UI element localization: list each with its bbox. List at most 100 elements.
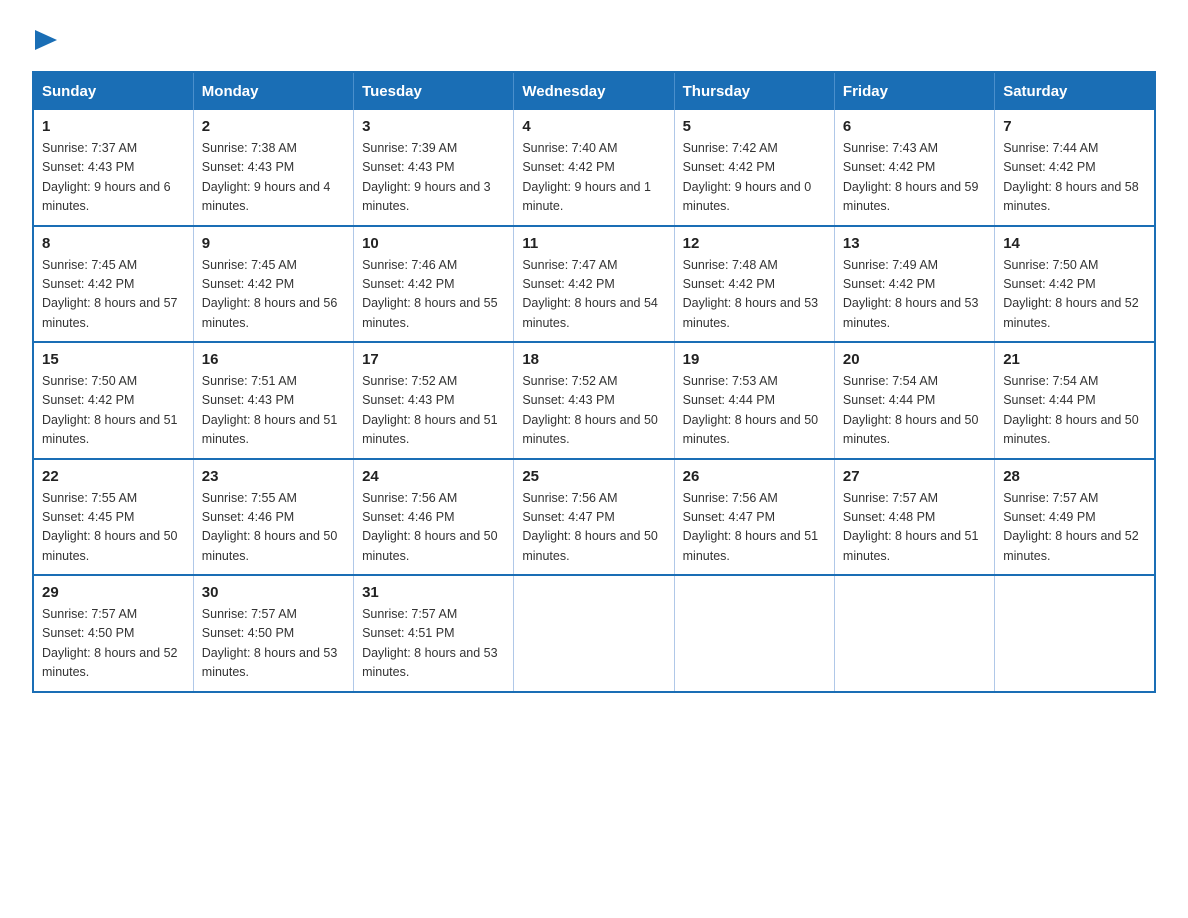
calendar-cell: 12 Sunrise: 7:48 AMSunset: 4:42 PMDayligh… bbox=[674, 226, 834, 343]
day-info: Sunrise: 7:53 AMSunset: 4:44 PMDaylight:… bbox=[683, 372, 826, 450]
calendar-cell: 9Sunrise: 7:45 AMSunset: 4:42 PMDaylight… bbox=[193, 226, 353, 343]
day-number: 23 bbox=[202, 468, 345, 485]
day-number: 12 bbox=[683, 235, 826, 252]
weekday-header-wednesday: Wednesday bbox=[514, 72, 674, 110]
day-info: Sunrise: 7:55 AMSunset: 4:46 PMDaylight:… bbox=[202, 489, 345, 567]
calendar-cell: 17Sunrise: 7:52 AMSunset: 4:43 PMDayligh… bbox=[354, 342, 514, 459]
calendar-cell: 16 Sunrise: 7:51 AMSunset: 4:43 PMDayligh… bbox=[193, 342, 353, 459]
calendar-week-row: 8 Sunrise: 7:45 AMSunset: 4:42 PMDaylight… bbox=[33, 226, 1155, 343]
day-number: 25 bbox=[522, 468, 665, 485]
calendar-cell: 22Sunrise: 7:55 AMSunset: 4:45 PMDayligh… bbox=[33, 459, 193, 576]
calendar-cell: 7 Sunrise: 7:44 AMSunset: 4:42 PMDaylight… bbox=[995, 110, 1155, 226]
day-info: Sunrise: 7:49 AMSunset: 4:42 PMDaylight:… bbox=[843, 256, 986, 334]
day-info: Sunrise: 7:51 AMSunset: 4:43 PMDaylight:… bbox=[202, 372, 345, 450]
calendar-week-row: 1 Sunrise: 7:37 AMSunset: 4:43 PMDaylight… bbox=[33, 110, 1155, 226]
weekday-header-friday: Friday bbox=[834, 72, 994, 110]
day-info: Sunrise: 7:47 AMSunset: 4:42 PMDaylight:… bbox=[522, 256, 665, 334]
day-info: Sunrise: 7:57 AMSunset: 4:50 PMDaylight:… bbox=[42, 605, 185, 683]
weekday-header-row: SundayMondayTuesdayWednesdayThursdayFrid… bbox=[33, 72, 1155, 110]
day-number: 26 bbox=[683, 468, 826, 485]
calendar-cell: 21 Sunrise: 7:54 AMSunset: 4:44 PMDayligh… bbox=[995, 342, 1155, 459]
logo bbox=[32, 24, 57, 51]
day-number: 15 bbox=[42, 351, 185, 368]
calendar-cell: 13 Sunrise: 7:49 AMSunset: 4:42 PMDayligh… bbox=[834, 226, 994, 343]
day-info: Sunrise: 7:57 AMSunset: 4:49 PMDaylight:… bbox=[1003, 489, 1146, 567]
weekday-header-thursday: Thursday bbox=[674, 72, 834, 110]
day-info: Sunrise: 7:54 AMSunset: 4:44 PMDaylight:… bbox=[1003, 372, 1146, 450]
day-number: 8 bbox=[42, 235, 185, 252]
calendar-cell: 23 Sunrise: 7:55 AMSunset: 4:46 PMDayligh… bbox=[193, 459, 353, 576]
day-number: 11 bbox=[522, 235, 665, 252]
day-info: Sunrise: 7:42 AMSunset: 4:42 PMDaylight:… bbox=[683, 139, 826, 217]
calendar-cell bbox=[514, 575, 674, 692]
weekday-header-sunday: Sunday bbox=[33, 72, 193, 110]
calendar-week-row: 22Sunrise: 7:55 AMSunset: 4:45 PMDayligh… bbox=[33, 459, 1155, 576]
calendar-cell: 31Sunrise: 7:57 AMSunset: 4:51 PMDayligh… bbox=[354, 575, 514, 692]
day-number: 7 bbox=[1003, 118, 1146, 135]
weekday-header-monday: Monday bbox=[193, 72, 353, 110]
day-number: 6 bbox=[843, 118, 986, 135]
calendar-cell: 15 Sunrise: 7:50 AMSunset: 4:42 PMDayligh… bbox=[33, 342, 193, 459]
day-number: 28 bbox=[1003, 468, 1146, 485]
calendar-cell: 25 Sunrise: 7:56 AMSunset: 4:47 PMDayligh… bbox=[514, 459, 674, 576]
day-info: Sunrise: 7:52 AMSunset: 4:43 PMDaylight:… bbox=[362, 372, 505, 450]
calendar-cell: 19 Sunrise: 7:53 AMSunset: 4:44 PMDayligh… bbox=[674, 342, 834, 459]
day-info: Sunrise: 7:56 AMSunset: 4:46 PMDaylight:… bbox=[362, 489, 505, 567]
day-number: 3 bbox=[362, 118, 505, 135]
calendar-cell: 8 Sunrise: 7:45 AMSunset: 4:42 PMDaylight… bbox=[33, 226, 193, 343]
day-number: 2 bbox=[202, 118, 345, 135]
page-header bbox=[32, 24, 1156, 51]
calendar-cell: 1 Sunrise: 7:37 AMSunset: 4:43 PMDaylight… bbox=[33, 110, 193, 226]
day-info: Sunrise: 7:45 AMSunset: 4:42 PMDaylight:… bbox=[202, 256, 345, 334]
day-number: 30 bbox=[202, 584, 345, 601]
day-info: Sunrise: 7:44 AMSunset: 4:42 PMDaylight:… bbox=[1003, 139, 1146, 217]
calendar-week-row: 15 Sunrise: 7:50 AMSunset: 4:42 PMDayligh… bbox=[33, 342, 1155, 459]
day-number: 20 bbox=[843, 351, 986, 368]
day-number: 19 bbox=[683, 351, 826, 368]
day-number: 13 bbox=[843, 235, 986, 252]
calendar-cell: 3 Sunrise: 7:39 AMSunset: 4:43 PMDaylight… bbox=[354, 110, 514, 226]
logo-arrow-icon bbox=[35, 30, 57, 50]
weekday-header-tuesday: Tuesday bbox=[354, 72, 514, 110]
day-number: 31 bbox=[362, 584, 505, 601]
day-number: 1 bbox=[42, 118, 185, 135]
calendar-cell bbox=[834, 575, 994, 692]
day-info: Sunrise: 7:37 AMSunset: 4:43 PMDaylight:… bbox=[42, 139, 185, 217]
calendar-cell: 28 Sunrise: 7:57 AMSunset: 4:49 PMDayligh… bbox=[995, 459, 1155, 576]
day-info: Sunrise: 7:40 AMSunset: 4:42 PMDaylight:… bbox=[522, 139, 665, 217]
calendar-cell: 26 Sunrise: 7:56 AMSunset: 4:47 PMDayligh… bbox=[674, 459, 834, 576]
calendar-cell: 2 Sunrise: 7:38 AMSunset: 4:43 PMDaylight… bbox=[193, 110, 353, 226]
calendar-cell: 18Sunrise: 7:52 AMSunset: 4:43 PMDayligh… bbox=[514, 342, 674, 459]
day-number: 21 bbox=[1003, 351, 1146, 368]
day-info: Sunrise: 7:55 AMSunset: 4:45 PMDaylight:… bbox=[42, 489, 185, 567]
calendar-cell: 24Sunrise: 7:56 AMSunset: 4:46 PMDayligh… bbox=[354, 459, 514, 576]
day-info: Sunrise: 7:50 AMSunset: 4:42 PMDaylight:… bbox=[1003, 256, 1146, 334]
day-info: Sunrise: 7:48 AMSunset: 4:42 PMDaylight:… bbox=[683, 256, 826, 334]
day-number: 16 bbox=[202, 351, 345, 368]
day-number: 4 bbox=[522, 118, 665, 135]
day-info: Sunrise: 7:54 AMSunset: 4:44 PMDaylight:… bbox=[843, 372, 986, 450]
calendar-cell: 29 Sunrise: 7:57 AMSunset: 4:50 PMDayligh… bbox=[33, 575, 193, 692]
day-info: Sunrise: 7:50 AMSunset: 4:42 PMDaylight:… bbox=[42, 372, 185, 450]
calendar-cell: 5 Sunrise: 7:42 AMSunset: 4:42 PMDaylight… bbox=[674, 110, 834, 226]
day-info: Sunrise: 7:56 AMSunset: 4:47 PMDaylight:… bbox=[522, 489, 665, 567]
day-info: Sunrise: 7:38 AMSunset: 4:43 PMDaylight:… bbox=[202, 139, 345, 217]
day-info: Sunrise: 7:56 AMSunset: 4:47 PMDaylight:… bbox=[683, 489, 826, 567]
calendar-cell: 20 Sunrise: 7:54 AMSunset: 4:44 PMDayligh… bbox=[834, 342, 994, 459]
day-number: 29 bbox=[42, 584, 185, 601]
day-info: Sunrise: 7:39 AMSunset: 4:43 PMDaylight:… bbox=[362, 139, 505, 217]
day-info: Sunrise: 7:52 AMSunset: 4:43 PMDaylight:… bbox=[522, 372, 665, 450]
calendar-cell: 30Sunrise: 7:57 AMSunset: 4:50 PMDayligh… bbox=[193, 575, 353, 692]
day-info: Sunrise: 7:45 AMSunset: 4:42 PMDaylight:… bbox=[42, 256, 185, 334]
weekday-header-saturday: Saturday bbox=[995, 72, 1155, 110]
day-info: Sunrise: 7:46 AMSunset: 4:42 PMDaylight:… bbox=[362, 256, 505, 334]
day-info: Sunrise: 7:57 AMSunset: 4:48 PMDaylight:… bbox=[843, 489, 986, 567]
calendar-cell: 4 Sunrise: 7:40 AMSunset: 4:42 PMDaylight… bbox=[514, 110, 674, 226]
calendar-cell: 6Sunrise: 7:43 AMSunset: 4:42 PMDaylight… bbox=[834, 110, 994, 226]
calendar-table: SundayMondayTuesdayWednesdayThursdayFrid… bbox=[32, 71, 1156, 693]
calendar-cell: 27 Sunrise: 7:57 AMSunset: 4:48 PMDayligh… bbox=[834, 459, 994, 576]
day-number: 5 bbox=[683, 118, 826, 135]
day-number: 27 bbox=[843, 468, 986, 485]
day-number: 10 bbox=[362, 235, 505, 252]
calendar-week-row: 29 Sunrise: 7:57 AMSunset: 4:50 PMDayligh… bbox=[33, 575, 1155, 692]
